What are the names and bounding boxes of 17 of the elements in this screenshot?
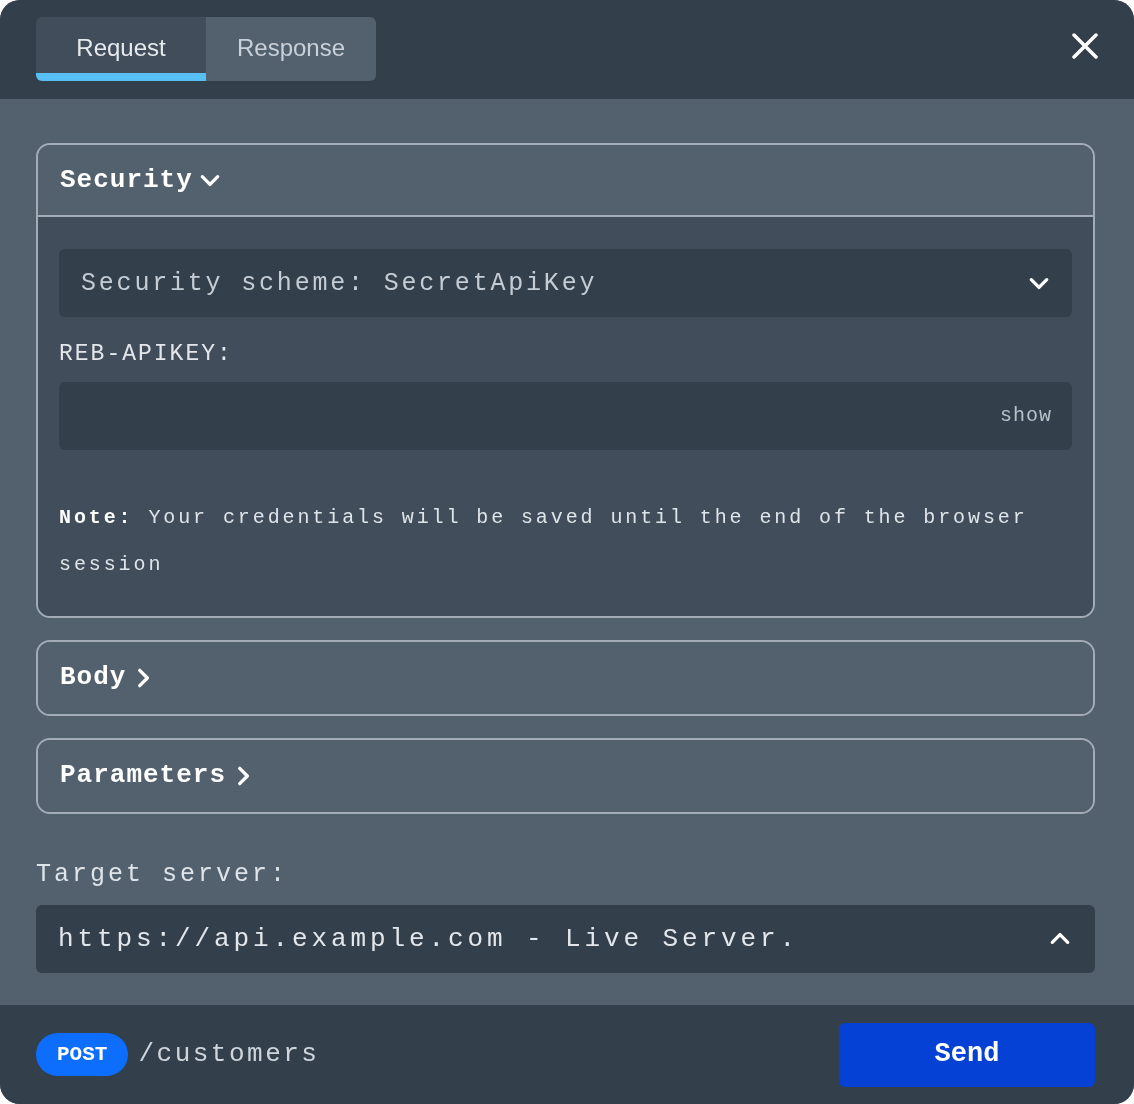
method-badge: POST bbox=[36, 1032, 129, 1077]
section-header[interactable]: Parameters bbox=[38, 739, 1093, 812]
close-button[interactable] bbox=[1072, 33, 1098, 59]
api-key-field[interactable]: show bbox=[59, 381, 1072, 450]
section-header[interactable]: Body bbox=[38, 641, 1093, 714]
tab[interactable]: Request bbox=[36, 17, 206, 81]
send-button[interactable]: Send bbox=[839, 1022, 1095, 1087]
scheme-select[interactable]: Security scheme: SecretApiKey bbox=[59, 249, 1072, 318]
show-button[interactable]: show bbox=[1000, 400, 1052, 431]
endpoint-path: /customers bbox=[138, 1038, 320, 1072]
close-icon bbox=[1072, 33, 1098, 59]
note-text: Note: Your credentials will be saved until the end of the browser session bbox=[59, 504, 1029, 578]
server-select[interactable]: https://api.example.com - Live Server. bbox=[36, 905, 1095, 974]
field-label: Target server: bbox=[36, 858, 290, 891]
field-label: REB-APIKEY: bbox=[59, 340, 234, 370]
section-header[interactable]: Security bbox=[38, 145, 1093, 218]
tab[interactable]: Response bbox=[206, 17, 376, 81]
